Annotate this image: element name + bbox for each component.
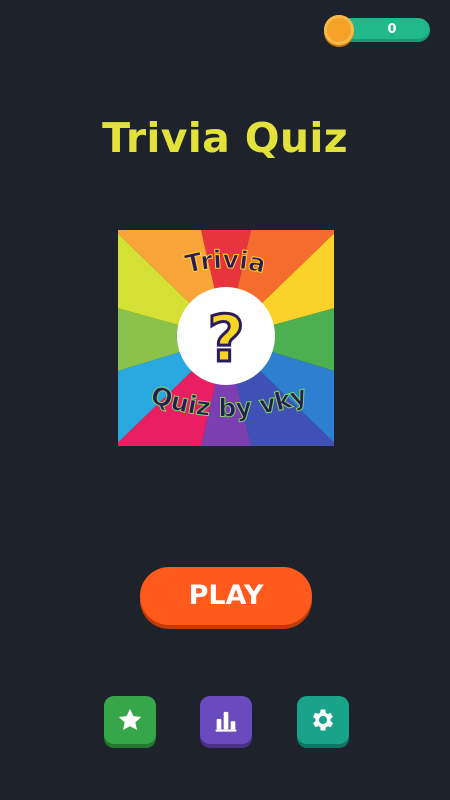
logo-graphic: ? Trivia Quiz by vky [118,230,334,446]
svg-text:Trivia: Trivia [182,245,268,279]
settings-button[interactable] [297,696,349,744]
app-title: Trivia Quiz [102,114,348,162]
coin-counter: 0 [324,15,430,45]
favorites-button[interactable] [104,696,156,744]
question-mark-icon: ? [207,303,244,377]
logo-top-text: Trivia [182,244,269,279]
trivia-logo: ? Trivia Quiz by vky [118,230,334,446]
leaderboard-button[interactable] [200,696,252,744]
bar-chart-icon [215,711,237,732]
star-icon [118,708,142,731]
gear-icon [312,709,334,731]
coin-icon [324,15,354,45]
play-button[interactable]: PLAY [140,567,312,625]
